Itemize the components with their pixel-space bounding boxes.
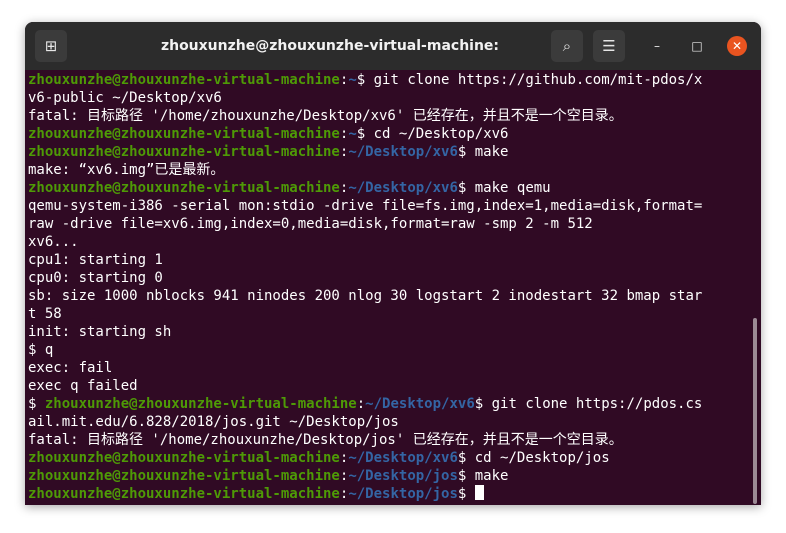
terminal-line: zhouxunzhe@zhouxunzhe-virtual-machine:~/… bbox=[28, 143, 750, 161]
prompt-user-host: zhouxunzhe@zhouxunzhe-virtual-machine bbox=[28, 126, 340, 142]
prompt-path: ~/Desktop/jos bbox=[348, 486, 458, 502]
terminal-line: zhouxunzhe@zhouxunzhe-virtual-machine:~/… bbox=[28, 179, 750, 197]
output-text: sb: size 1000 nblocks 941 ninodes 200 nl… bbox=[28, 288, 703, 304]
terminal-line: cpu1: starting 1 bbox=[28, 251, 750, 269]
prompt-user-host: zhouxunzhe@zhouxunzhe-virtual-machine bbox=[28, 144, 340, 160]
prompt-path: ~ bbox=[348, 126, 357, 142]
terminal-line: cpu0: starting 0 bbox=[28, 269, 750, 287]
command-text: cd ~/Desktop/jos bbox=[466, 450, 610, 466]
terminal-window: ⊞ zhouxunzhe@zhouxunzhe-virtual-machine:… bbox=[25, 22, 761, 505]
terminal-output[interactable]: zhouxunzhe@zhouxunzhe-virtual-machine:~$… bbox=[25, 70, 761, 505]
scrollbar[interactable] bbox=[753, 318, 757, 504]
prompt-path: ~/Desktop/xv6 bbox=[348, 450, 458, 466]
terminal-line: zhouxunzhe@zhouxunzhe-virtual-machine:~$… bbox=[28, 125, 750, 143]
output-text: v6-public ~/Desktop/xv6 bbox=[28, 90, 222, 106]
terminal-line: make: “xv6.img”已是最新。 bbox=[28, 161, 750, 179]
minimize-button[interactable]: – bbox=[647, 36, 667, 56]
prompt-user-host: zhouxunzhe@zhouxunzhe-virtual-machine bbox=[28, 468, 340, 484]
prompt-path: ~/Desktop/xv6 bbox=[365, 396, 475, 412]
command-text: git clone https://pdos.cs bbox=[483, 396, 703, 412]
terminal-line: exec: fail bbox=[28, 359, 750, 377]
output-text: cpu1: starting 1 bbox=[28, 252, 163, 268]
terminal-line: zhouxunzhe@zhouxunzhe-virtual-machine:~/… bbox=[28, 449, 750, 467]
output-text: qemu-system-i386 -serial mon:stdio -driv… bbox=[28, 198, 703, 214]
terminal-line: fatal: 目标路径 '/home/zhouxunzhe/Desktop/jo… bbox=[28, 431, 750, 449]
prompt-path: ~/Desktop/xv6 bbox=[348, 144, 458, 160]
terminal-line: zhouxunzhe@zhouxunzhe-virtual-machine:~/… bbox=[28, 485, 750, 503]
maximize-icon: □ bbox=[691, 39, 703, 53]
command-text: make bbox=[466, 144, 509, 160]
close-icon: ✕ bbox=[731, 39, 743, 53]
terminal-line: xv6... bbox=[28, 233, 750, 251]
title-bar: ⊞ zhouxunzhe@zhouxunzhe-virtual-machine:… bbox=[25, 22, 761, 102]
new-tab-icon: ⊞ bbox=[44, 37, 58, 55]
terminal-line: zhouxunzhe@zhouxunzhe-virtual-machine:~$… bbox=[28, 71, 750, 89]
prompt-path: ~/Desktop/xv6 bbox=[348, 180, 458, 196]
output-text: $ q bbox=[28, 342, 54, 358]
terminal-line: $ q bbox=[28, 341, 750, 359]
output-text: init: starting sh bbox=[28, 324, 172, 340]
command-text bbox=[466, 486, 474, 502]
search-icon: ⌕ bbox=[562, 37, 572, 55]
terminal-line: $ zhouxunzhe@zhouxunzhe-virtual-machine:… bbox=[28, 395, 750, 413]
prompt-lead: $ bbox=[28, 396, 45, 412]
terminal-line: fatal: 目标路径 '/home/zhouxunzhe/Desktop/xv… bbox=[28, 107, 750, 125]
terminal-line: init: starting sh bbox=[28, 323, 750, 341]
terminal-line: v6-public ~/Desktop/xv6 bbox=[28, 89, 750, 107]
hamburger-menu-icon: ☰ bbox=[602, 37, 616, 55]
command-text: make qemu bbox=[466, 180, 551, 196]
prompt-user-host: zhouxunzhe@zhouxunzhe-virtual-machine bbox=[28, 180, 340, 196]
output-text: cpu0: starting 0 bbox=[28, 270, 163, 286]
terminal-line: t 58 bbox=[28, 305, 750, 323]
command-text: git clone https://github.com/mit-pdos/x bbox=[365, 72, 703, 88]
output-text: exec q failed bbox=[28, 378, 138, 394]
search-button[interactable]: ⌕ bbox=[551, 30, 583, 62]
prompt-symbol: $ bbox=[356, 126, 366, 142]
prompt-user-host: zhouxunzhe@zhouxunzhe-virtual-machine bbox=[44, 396, 357, 412]
text-cursor bbox=[474, 485, 484, 500]
terminal-line: raw -drive file=xv6.img,index=0,media=di… bbox=[28, 215, 750, 233]
prompt-user-host: zhouxunzhe@zhouxunzhe-virtual-machine bbox=[28, 486, 340, 502]
minimize-icon: – bbox=[654, 39, 660, 53]
output-text: fatal: 目标路径 '/home/zhouxunzhe/Desktop/jo… bbox=[28, 432, 623, 448]
output-text: xv6... bbox=[28, 234, 79, 250]
prompt-path: ~/Desktop/jos bbox=[348, 468, 458, 484]
output-text: ail.mit.edu/6.828/2018/jos.git ~/Desktop… bbox=[28, 414, 399, 430]
terminal-line: exec q failed bbox=[28, 377, 750, 395]
maximize-button[interactable]: □ bbox=[687, 36, 707, 56]
prompt-path: ~ bbox=[348, 72, 357, 88]
window-title: zhouxunzhe@zhouxunzhe-virtual-machine: ~… bbox=[160, 38, 500, 102]
terminal-lines: zhouxunzhe@zhouxunzhe-virtual-machine:~$… bbox=[28, 71, 750, 503]
command-text: make bbox=[466, 468, 509, 484]
prompt-user-host: zhouxunzhe@zhouxunzhe-virtual-machine bbox=[28, 72, 340, 88]
output-text: raw -drive file=xv6.img,index=0,media=di… bbox=[28, 216, 593, 232]
prompt-user-host: zhouxunzhe@zhouxunzhe-virtual-machine bbox=[28, 450, 340, 466]
terminal-line: ail.mit.edu/6.828/2018/jos.git ~/Desktop… bbox=[28, 413, 750, 431]
terminal-line: zhouxunzhe@zhouxunzhe-virtual-machine:~/… bbox=[28, 467, 750, 485]
command-text: cd ~/Desktop/xv6 bbox=[365, 126, 509, 142]
prompt-symbol: $ bbox=[474, 396, 484, 412]
output-text: fatal: 目标路径 '/home/zhouxunzhe/Desktop/xv… bbox=[28, 108, 623, 124]
prompt-symbol: $ bbox=[356, 72, 366, 88]
terminal-line: qemu-system-i386 -serial mon:stdio -driv… bbox=[28, 197, 750, 215]
terminal-line: sb: size 1000 nblocks 941 ninodes 200 nl… bbox=[28, 287, 750, 305]
output-text: make: “xv6.img”已是最新。 bbox=[28, 162, 225, 178]
output-text: t 58 bbox=[28, 306, 62, 322]
close-button[interactable]: ✕ bbox=[727, 36, 747, 56]
new-tab-button[interactable]: ⊞ bbox=[35, 30, 67, 62]
prompt-separator: : bbox=[356, 396, 366, 412]
output-text: exec: fail bbox=[28, 360, 113, 376]
menu-button[interactable]: ☰ bbox=[593, 30, 625, 62]
